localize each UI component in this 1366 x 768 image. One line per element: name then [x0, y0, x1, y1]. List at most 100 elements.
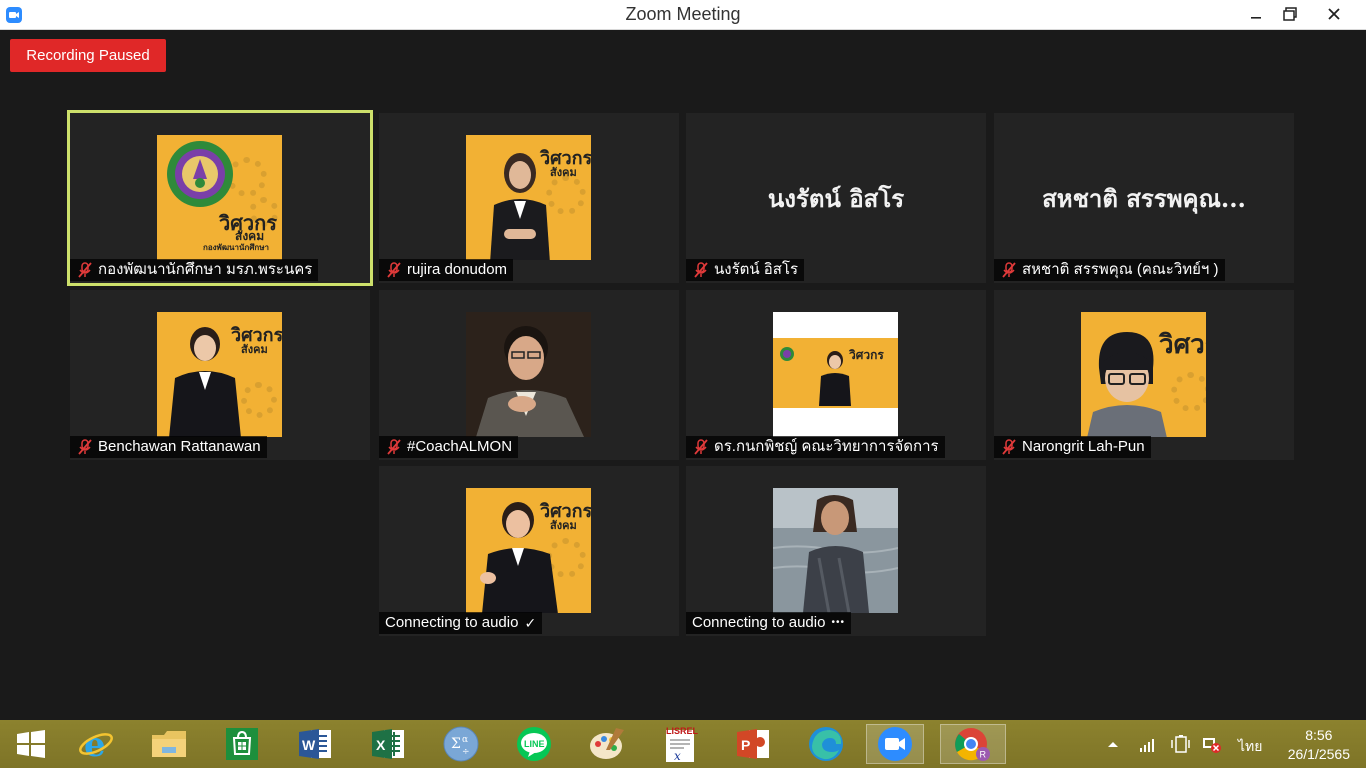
- participant-tile[interactable]: วิศวกร สังคม rujira donudom: [379, 113, 679, 283]
- participant-name-label: Narongrit Lah-Pun: [994, 436, 1151, 458]
- svg-text:W: W: [302, 737, 316, 753]
- svg-text:e: e: [84, 726, 106, 762]
- close-button[interactable]: [1310, 0, 1358, 28]
- svg-text:P: P: [741, 737, 750, 753]
- store-icon: [226, 728, 258, 760]
- signal-bars-icon: [1140, 739, 1154, 752]
- participant-photo: [773, 488, 898, 613]
- zoom-video-icon: [878, 727, 912, 761]
- participant-tile[interactable]: Connecting to audio •••: [686, 466, 986, 636]
- participant-poster: วิศวกร สังคม: [157, 312, 282, 437]
- window-title: Zoom Meeting: [625, 4, 741, 24]
- participant-poster: วิศวกร สังคม: [466, 488, 591, 613]
- muted-mic-icon: [387, 439, 401, 455]
- line-chat-icon: LINE: [517, 727, 551, 761]
- chrome-icon: R: [955, 728, 990, 761]
- participant-poster: วิศวกร สังคม: [466, 135, 591, 260]
- clock-date: 26/1/2565: [1287, 746, 1350, 762]
- participant-name-label: สหชาติ สรรพคุณ (คณะวิทย์ฯ ): [994, 259, 1225, 281]
- excel-icon: X: [372, 729, 404, 759]
- person-figure-icon: [490, 153, 550, 260]
- taskbar-powerpoint[interactable]: P: [724, 724, 782, 764]
- participant-name-label: Connecting to audio ✓: [379, 612, 543, 634]
- participant-tile[interactable]: วิศวกร สังคม กองพัฒนานักศึกษา กองพัฒนานั…: [67, 110, 373, 286]
- muted-mic-icon: [1002, 262, 1016, 278]
- university-seal-icon: [167, 141, 233, 207]
- taskbar-lisrel[interactable]: LISREL x: [651, 724, 709, 764]
- math-input-icon: Σ α ÷: [443, 726, 479, 762]
- start-button[interactable]: [2, 724, 60, 764]
- svg-text:X: X: [376, 737, 386, 753]
- ellipsis-icon: •••: [831, 617, 845, 628]
- lisrel-icon: LISREL x: [666, 726, 699, 763]
- participant-display-name: สหชาติ สรรพคุณ...: [1042, 184, 1246, 213]
- internet-explorer-icon: e: [79, 726, 113, 762]
- taskbar: e W X Σ α ÷ LINE LISREL x P R ไทย 8:56 2…: [0, 720, 1366, 768]
- woman-sea-photo-icon: [773, 488, 898, 613]
- participant-tile[interactable]: #CoachALMON: [379, 290, 679, 460]
- taskbar-chrome[interactable]: R: [940, 724, 1006, 764]
- person-figure-icon: [480, 502, 558, 613]
- participant-name-label: กองพัฒนานักศึกษา มรภ.พระนคร: [70, 259, 319, 281]
- taskbar-line[interactable]: LINE: [505, 724, 563, 764]
- participant-tile[interactable]: สหชาติ สรรพคุณ... สหชาติ สรรพคุณ (คณะวิท…: [994, 113, 1294, 283]
- taskbar-math-input[interactable]: Σ α ÷: [432, 724, 490, 764]
- taskbar-zoom[interactable]: [866, 724, 924, 764]
- taskbar-paint[interactable]: [578, 724, 636, 764]
- chevron-up-icon: [1108, 742, 1118, 747]
- folder-icon: [152, 731, 186, 757]
- participant-tile[interactable]: วิศวกร ดร.กนกพิชญ์ คณะวิทยาการจัดการ: [686, 290, 986, 460]
- volume-status[interactable]: [1200, 720, 1222, 768]
- taskbar-excel[interactable]: X: [359, 724, 417, 764]
- participant-name-label: #CoachALMON: [379, 436, 519, 458]
- participant-tile[interactable]: นงรัตน์ อิสโร นงรัตน์ อิสโร: [686, 113, 986, 283]
- paint-palette-icon: [590, 728, 624, 759]
- participant-name-label: นงรัตน์ อิสโร: [686, 259, 805, 281]
- person-figure-icon: [169, 327, 241, 437]
- participant-tile[interactable]: วิศวกร สังคม Benchawan Rattanawan: [70, 290, 370, 460]
- participant-name-label: rujira donudom: [379, 259, 514, 281]
- participant-photo: [466, 312, 591, 437]
- svg-text:x: x: [674, 749, 681, 763]
- clock-time: 8:56: [1305, 727, 1333, 743]
- participant-poster: วิศวกร: [1081, 312, 1206, 437]
- participant-poster: วิศวกร: [773, 312, 898, 437]
- windows-logo-icon: [17, 730, 45, 758]
- battery-status[interactable]: [1170, 720, 1192, 768]
- svg-text:α: α: [462, 735, 468, 745]
- svg-text:Σ: Σ: [451, 736, 461, 752]
- show-hidden-icons-button[interactable]: [1106, 720, 1120, 768]
- muted-mic-icon: [694, 439, 708, 455]
- participant-tile[interactable]: วิศวกร สังคม Connecting to audio ✓: [379, 466, 679, 636]
- network-status[interactable]: [1138, 720, 1158, 768]
- speaker-muted-icon: [1203, 738, 1221, 753]
- input-language-indicator[interactable]: ไทย: [1238, 736, 1262, 758]
- edge-icon: [809, 727, 843, 761]
- person-figure-icon: [819, 351, 851, 406]
- participant-name-label: Connecting to audio •••: [686, 612, 851, 634]
- man-photo-icon: [466, 312, 591, 437]
- taskbar-store[interactable]: [213, 724, 271, 764]
- avatar-illustration-icon: [1087, 332, 1167, 437]
- taskbar-edge[interactable]: [797, 724, 855, 764]
- system-clock[interactable]: 8:56 26/1/2565: [1288, 726, 1350, 764]
- participant-poster: วิศวกร สังคม กองพัฒนานักศึกษา: [157, 135, 282, 260]
- taskbar-internet-explorer[interactable]: e: [67, 724, 125, 764]
- participant-name-label: ดร.กนกพิชญ์ คณะวิทยาการจัดการ: [686, 436, 945, 458]
- participant-tile[interactable]: วิศวกร Narongrit Lah-Pun: [994, 290, 1294, 460]
- restore-button[interactable]: [1270, 0, 1310, 28]
- word-icon: W: [299, 729, 331, 759]
- muted-mic-icon: [78, 262, 92, 278]
- meeting-gallery: Recording Paused วิศวกร สังคม กองพัฒนานั…: [0, 30, 1366, 720]
- taskbar-word[interactable]: W: [286, 724, 344, 764]
- svg-text:LINE: LINE: [524, 739, 545, 749]
- checkmark-icon: ✓: [524, 615, 537, 631]
- muted-mic-icon: [78, 439, 92, 455]
- participant-name-label: Benchawan Rattanawan: [70, 436, 267, 458]
- recording-paused-badge[interactable]: Recording Paused: [10, 39, 166, 72]
- muted-mic-icon: [694, 262, 708, 278]
- taskbar-file-explorer[interactable]: [140, 724, 198, 764]
- muted-mic-icon: [1002, 439, 1016, 455]
- svg-text:R: R: [980, 750, 987, 760]
- title-bar: Zoom Meeting: [0, 0, 1366, 30]
